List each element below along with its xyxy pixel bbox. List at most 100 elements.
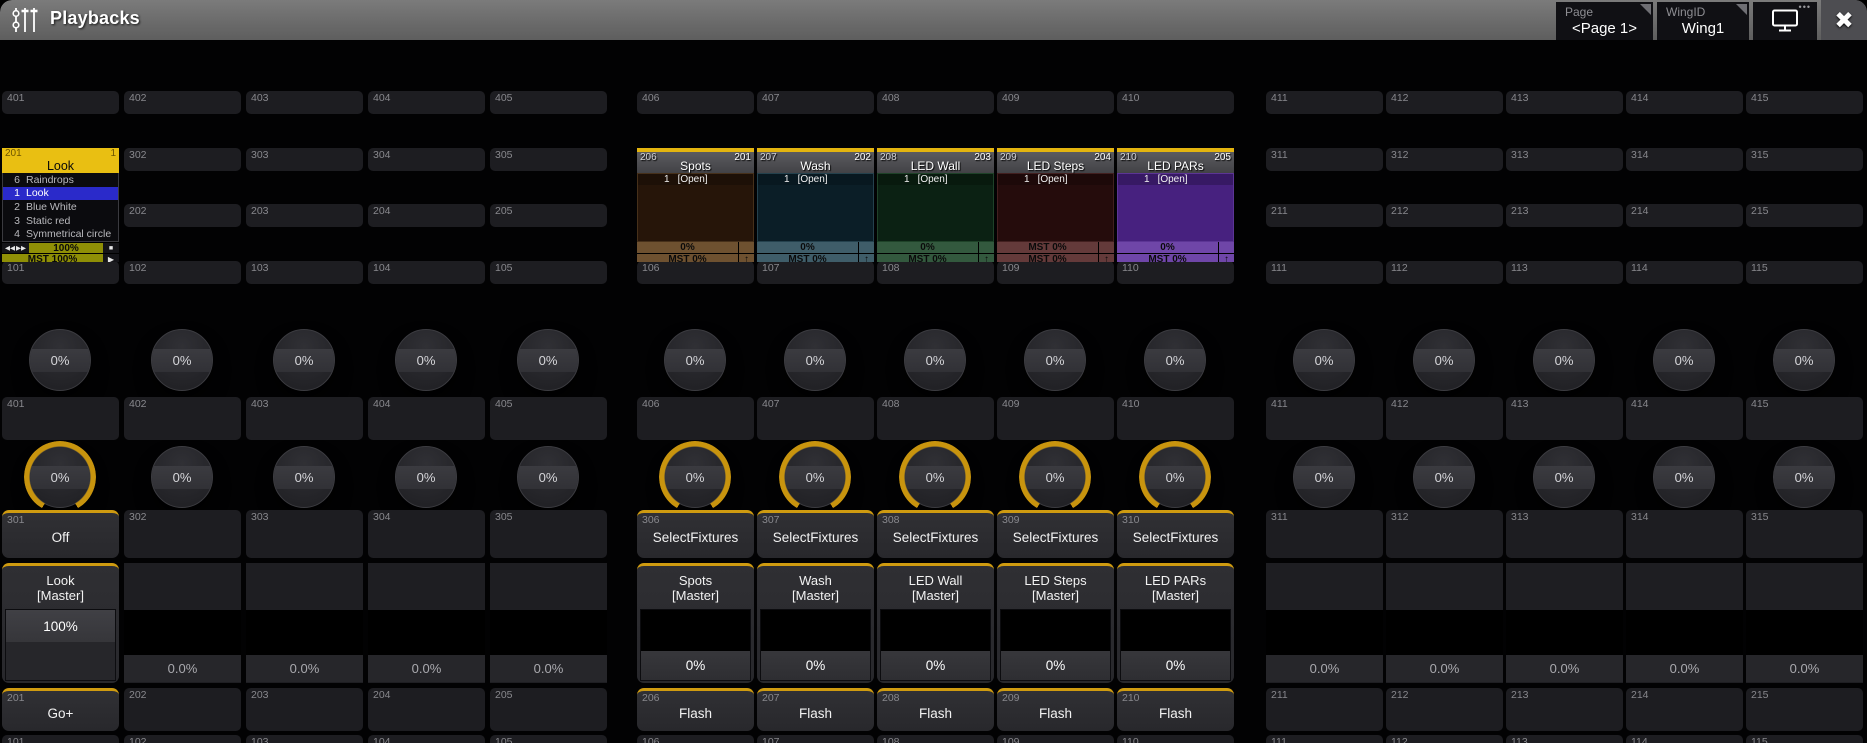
fader-handle[interactable]: 0.0% bbox=[1386, 655, 1503, 682]
master-up-button[interactable]: ↑ bbox=[979, 254, 994, 262]
exec-cell-410[interactable]: 410 bbox=[1117, 397, 1234, 440]
fader-handle[interactable]: 0% bbox=[881, 651, 990, 680]
fader-handle[interactable]: 0% bbox=[1121, 651, 1230, 680]
exec-cell-403[interactable]: 403 bbox=[246, 91, 363, 114]
bar-end-box[interactable] bbox=[739, 242, 754, 253]
fader-well[interactable]: 0% bbox=[640, 609, 751, 681]
encoder-knob[interactable]: 0% bbox=[273, 446, 335, 508]
fader-handle[interactable]: 0.0% bbox=[1626, 655, 1743, 682]
fader-well[interactable]: 0% bbox=[760, 609, 871, 681]
bar-end-box[interactable] bbox=[979, 242, 994, 253]
exec-cell-113[interactable]: 113 bbox=[1506, 735, 1623, 743]
exec-cell-211[interactable]: 211 bbox=[1266, 204, 1383, 227]
playback-widget-spots[interactable]: 206201Spots1[Open]0%MST 0%↑ bbox=[637, 148, 754, 262]
fader-strip-empty[interactable]: 0.0% bbox=[1746, 563, 1863, 683]
exec-cell-104[interactable]: 104 bbox=[368, 261, 485, 284]
fader-handle[interactable]: 0% bbox=[1001, 651, 1110, 680]
exec-cell-213[interactable]: 213 bbox=[1506, 204, 1623, 227]
encoder-knob[interactable]: 0% bbox=[784, 329, 846, 391]
playback-widget-led-steps[interactable]: 209204LED Steps1[Open]MST 0%MST 0%↑ bbox=[997, 148, 1114, 262]
fader-handle[interactable]: 0.0% bbox=[368, 655, 485, 682]
encoder-knob[interactable]: 0% bbox=[1024, 329, 1086, 391]
encoder-knob[interactable]: 0% bbox=[29, 446, 91, 508]
exec-cell-103[interactable]: 103 bbox=[246, 735, 363, 743]
exec-cell-110[interactable]: 110 bbox=[1117, 261, 1234, 284]
exec-cell-311[interactable]: 311 bbox=[1266, 148, 1383, 171]
exec-cell-108[interactable]: 108 bbox=[877, 261, 994, 284]
level-bar[interactable]: MST 0%↑ bbox=[757, 254, 874, 262]
exec-cell-415[interactable]: 415 bbox=[1746, 397, 1863, 440]
encoder-knob[interactable]: 0% bbox=[1024, 446, 1086, 508]
exec-cell-409[interactable]: 409 bbox=[997, 397, 1114, 440]
bar-end-box[interactable] bbox=[1219, 242, 1234, 253]
exec-cell-101[interactable]: 101 bbox=[2, 735, 119, 743]
level-bar[interactable]: 0% bbox=[1117, 242, 1234, 253]
page-selector[interactable]: Page <Page 1> bbox=[1556, 2, 1653, 40]
encoder-knob[interactable]: 0% bbox=[1144, 329, 1206, 391]
flash-button-206[interactable]: 206Flash bbox=[637, 688, 754, 731]
playback-widget-led-wall[interactable]: 208203LED Wall1[Open]0%MST 0%↑ bbox=[877, 148, 994, 262]
encoder-knob[interactable]: 0% bbox=[273, 329, 335, 391]
fader-strip-empty[interactable]: 0.0% bbox=[124, 563, 241, 683]
exec-cell-404[interactable]: 404 bbox=[368, 91, 485, 114]
exec-cell-205[interactable]: 205 bbox=[490, 204, 607, 227]
master-up-button[interactable]: ↑ bbox=[859, 254, 874, 262]
exec-cell-107[interactable]: 107 bbox=[757, 261, 874, 284]
exec-cell-214[interactable]: 214 bbox=[1626, 688, 1743, 731]
exec-cell-202[interactable]: 202 bbox=[124, 688, 241, 731]
exec-cell-205[interactable]: 205 bbox=[490, 688, 607, 731]
exec-cell-313[interactable]: 313 bbox=[1506, 510, 1623, 558]
bar-end-box[interactable] bbox=[1099, 242, 1114, 253]
exec-cell-202[interactable]: 202 bbox=[124, 204, 241, 227]
playback-widget-led-pars[interactable]: 210205LED PARs1[Open]0%MST 0%↑ bbox=[1117, 148, 1234, 262]
playback-level[interactable]: 100% bbox=[29, 243, 103, 253]
exec-cell-115[interactable]: 115 bbox=[1746, 261, 1863, 284]
encoder-knob[interactable]: 0% bbox=[517, 329, 579, 391]
encoder-knob[interactable]: 0% bbox=[1653, 329, 1715, 391]
exec-cell-106[interactable]: 106 bbox=[637, 261, 754, 284]
exec-cell-105[interactable]: 105 bbox=[490, 261, 607, 284]
master-fader-led-steps[interactable]: LED Steps[Master]0% bbox=[997, 563, 1114, 683]
bar-end-box[interactable] bbox=[859, 242, 874, 253]
master-fader-led-wall[interactable]: LED Wall[Master]0% bbox=[877, 563, 994, 683]
exec-cell-415[interactable]: 415 bbox=[1746, 91, 1863, 114]
cue-open-row[interactable]: 1[Open] bbox=[757, 173, 874, 185]
exec-cell-401[interactable]: 401 bbox=[2, 397, 119, 440]
exec-cell-409[interactable]: 409 bbox=[997, 91, 1114, 114]
fader-strip-empty[interactable]: 0.0% bbox=[368, 563, 485, 683]
exec-cell-314[interactable]: 314 bbox=[1626, 510, 1743, 558]
fader-strip-empty[interactable]: 0.0% bbox=[246, 563, 363, 683]
selectfixtures-button-308[interactable]: 308SelectFixtures bbox=[877, 510, 994, 558]
exec-cell-411[interactable]: 411 bbox=[1266, 91, 1383, 114]
exec-cell-102[interactable]: 102 bbox=[124, 261, 241, 284]
encoder-knob[interactable]: 0% bbox=[1413, 329, 1475, 391]
exec-cell-407[interactable]: 407 bbox=[757, 91, 874, 114]
level-bar[interactable]: MST 0%↑ bbox=[637, 254, 754, 262]
exec-cell-101[interactable]: 101 bbox=[2, 261, 119, 284]
cue-open-row[interactable]: 1[Open] bbox=[1117, 173, 1234, 185]
fader-strip-empty[interactable]: 0.0% bbox=[1626, 563, 1743, 683]
exec-cell-211[interactable]: 211 bbox=[1266, 688, 1383, 731]
level-bar[interactable]: MST 0%↑ bbox=[1117, 254, 1234, 262]
exec-cell-312[interactable]: 312 bbox=[1386, 510, 1503, 558]
exec-cell-406[interactable]: 406 bbox=[637, 397, 754, 440]
encoder-knob[interactable]: 0% bbox=[664, 329, 726, 391]
screen-settings-button[interactable]: ••• bbox=[1753, 2, 1817, 40]
exec-cell-112[interactable]: 112 bbox=[1386, 735, 1503, 743]
encoder-knob[interactable]: 0% bbox=[664, 446, 726, 508]
exec-cell-215[interactable]: 215 bbox=[1746, 688, 1863, 731]
cue-open-row[interactable]: 1[Open] bbox=[997, 173, 1114, 185]
exec-cell-105[interactable]: 105 bbox=[490, 735, 607, 743]
encoder-knob[interactable]: 0% bbox=[1533, 329, 1595, 391]
cue-row[interactable]: 6Raindrops bbox=[3, 173, 118, 187]
exec-cell-204[interactable]: 204 bbox=[368, 204, 485, 227]
fader-handle[interactable]: 0% bbox=[641, 651, 750, 680]
encoder-knob[interactable]: 0% bbox=[1773, 446, 1835, 508]
exec-cell-407[interactable]: 407 bbox=[757, 397, 874, 440]
exec-cell-109[interactable]: 109 bbox=[997, 261, 1114, 284]
level-bar[interactable]: MST 0%↑ bbox=[877, 254, 994, 262]
exec-cell-411[interactable]: 411 bbox=[1266, 397, 1383, 440]
master-up-button[interactable]: ↑ bbox=[1099, 254, 1114, 262]
encoder-knob[interactable]: 0% bbox=[1773, 329, 1835, 391]
encoder-knob[interactable]: 0% bbox=[517, 446, 579, 508]
